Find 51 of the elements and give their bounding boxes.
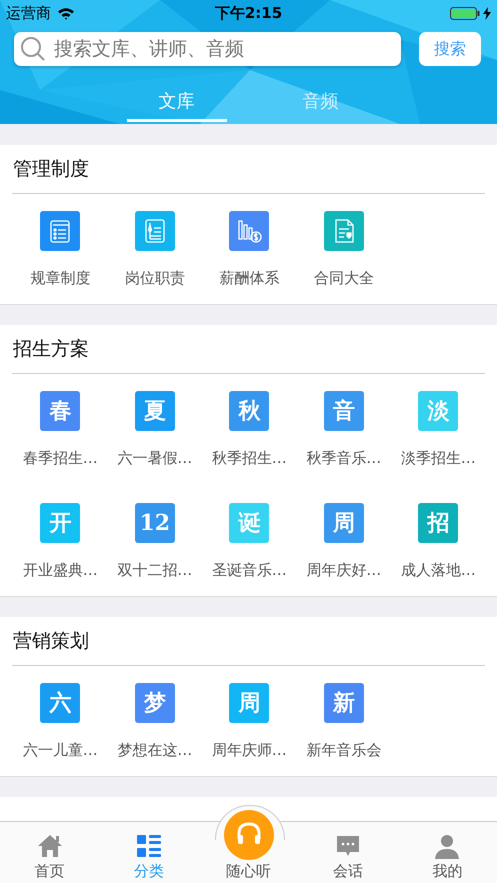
tab-bar-item[interactable]: 会话 bbox=[298, 822, 398, 883]
category-label[interactable]: 岗位职责 bbox=[124, 269, 185, 288]
battery-icon bbox=[450, 6, 480, 20]
category-label[interactable]: 秋季音乐… bbox=[306, 449, 382, 468]
category-label[interactable]: 秋季招生… bbox=[212, 449, 287, 468]
home-icon bbox=[36, 832, 64, 860]
tile-glyph: 梦 bbox=[134, 683, 175, 723]
category-label[interactable]: 六一儿童… bbox=[22, 741, 98, 760]
search-bar[interactable]: 搜索文库、讲师、音频 bbox=[14, 32, 401, 66]
wifi-icon bbox=[57, 6, 75, 20]
search-field[interactable]: 搜索文库、讲师、音频 bbox=[52, 37, 395, 61]
tile-glyph: 开 bbox=[40, 503, 80, 543]
headphones-button[interactable] bbox=[224, 810, 274, 860]
section-title: 营销策划 bbox=[12, 629, 90, 654]
tile-glyph: 夏 bbox=[134, 391, 175, 431]
category-label[interactable]: 成人落地… bbox=[400, 561, 476, 580]
tile-glyph: 周 bbox=[229, 683, 270, 723]
tile-glyph: 音 bbox=[324, 391, 364, 431]
tile-glyph: 淡 bbox=[418, 391, 458, 431]
person-icon bbox=[433, 832, 462, 860]
tile-glyph: 周 bbox=[324, 503, 364, 543]
category-label[interactable]: 双十二招… bbox=[117, 561, 192, 580]
tile-glyph: 诞 bbox=[229, 503, 270, 543]
tab-bar-item[interactable]: 我的 bbox=[398, 822, 497, 883]
list-icon bbox=[135, 832, 164, 860]
category-label[interactable]: 新年音乐会 bbox=[306, 741, 382, 760]
category-label[interactable]: 春季招生… bbox=[22, 449, 98, 468]
tab-label[interactable]: 随心听 bbox=[226, 862, 272, 881]
category-label[interactable]: 合同大全 bbox=[314, 269, 374, 288]
category-label[interactable]: 周年庆好… bbox=[306, 561, 382, 580]
carrier-name: 运营商 bbox=[6, 4, 51, 22]
tile-glyph: 新 bbox=[324, 683, 364, 723]
category-label[interactable]: 六一暑假… bbox=[117, 449, 192, 468]
category-label[interactable]: 开业盛典… bbox=[22, 561, 98, 580]
section-title: 管理制度 bbox=[12, 157, 90, 182]
tile-glyph: 六 bbox=[40, 683, 80, 723]
charging-icon bbox=[483, 6, 491, 20]
section-title: 招生方案 bbox=[12, 337, 90, 362]
tile-glyph: 12 bbox=[134, 503, 175, 543]
category-label[interactable]: 淡季招生… bbox=[400, 449, 476, 468]
category-label[interactable]: 周年庆师… bbox=[212, 741, 287, 760]
tile-glyph: 秋 bbox=[229, 391, 270, 431]
search-icon bbox=[20, 36, 46, 62]
category-label[interactable]: 薪酬体系 bbox=[219, 269, 280, 288]
tab-bar-item[interactable]: 首页 bbox=[0, 822, 100, 883]
tile-glyph: 招 bbox=[418, 503, 458, 543]
clock-time: 下午2:15 bbox=[214, 4, 282, 22]
category-label[interactable]: 圣诞音乐… bbox=[212, 561, 287, 580]
category-label[interactable]: 梦想在这… bbox=[117, 741, 192, 760]
category-label[interactable]: 规章制度 bbox=[30, 269, 90, 288]
tile-glyph: 春 bbox=[40, 391, 80, 431]
